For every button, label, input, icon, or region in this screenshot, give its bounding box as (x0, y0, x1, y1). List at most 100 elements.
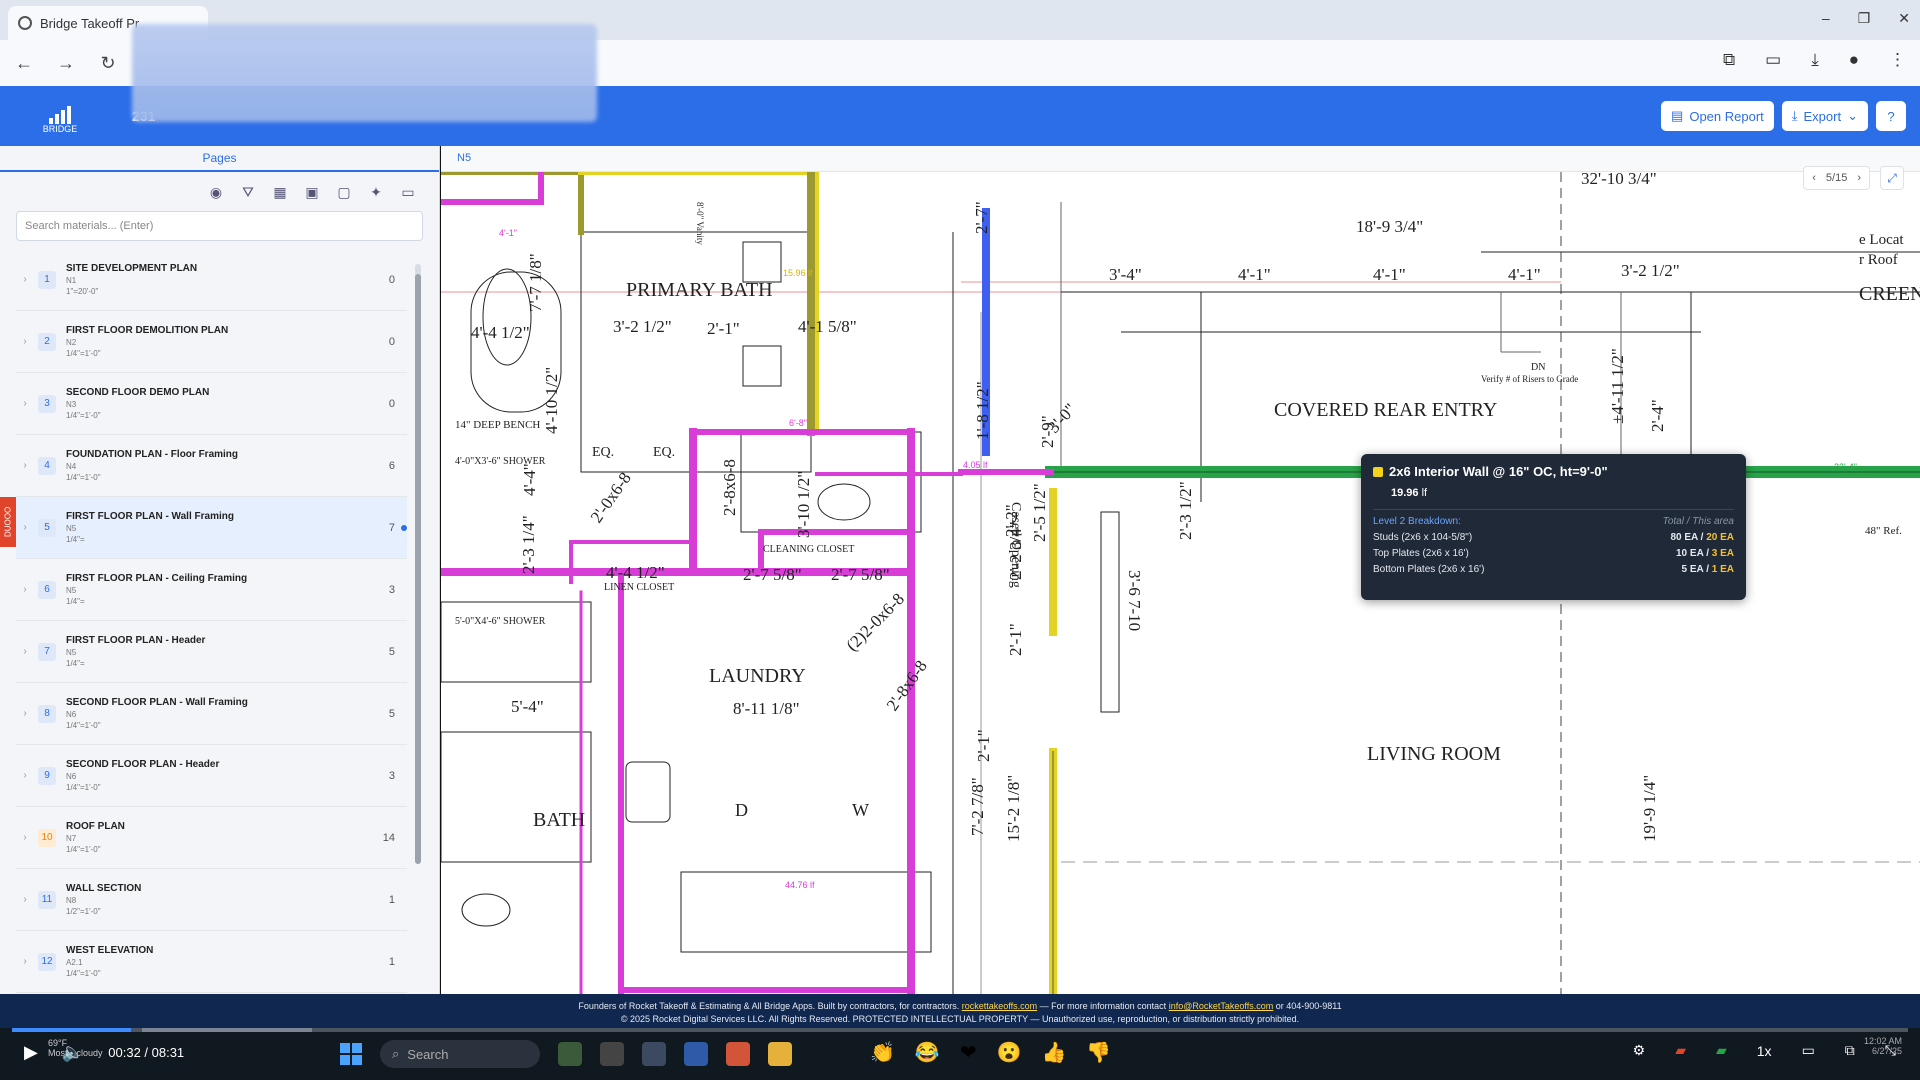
video-progress[interactable] (12, 1028, 1908, 1032)
chevron-right-icon[interactable]: › (16, 708, 34, 719)
page-list-item[interactable]: › 2 FIRST FLOOR DEMOLITION PLAN N2 1/4"=1'-0… (16, 311, 407, 373)
page-list-item[interactable]: › 9 SECOND FLOOR PLAN - Header N6 1/4"=1'-0"… (16, 745, 407, 807)
chevron-right-icon[interactable]: › (16, 336, 34, 347)
grid-icon[interactable]: ▦ (271, 184, 289, 201)
page-list-item[interactable]: DUOOO › 5 FIRST FLOOR PLAN - Wall Framing N5… (0, 497, 407, 559)
page-list-item[interactable]: › 12 WEST ELEVATION A2.1 1/4"=1'-0" 1 (16, 931, 407, 993)
chevron-right-icon[interactable]: › (16, 584, 34, 595)
dim-24: 15'-2 1/8" (1004, 775, 1023, 842)
download-icon[interactable]: ⤓ (1811, 50, 1819, 70)
magic-icon[interactable]: ✦ (367, 184, 385, 201)
page-list-item[interactable]: › 8 SECOND FLOOR PLAN - Wall Framing N6 1/4"… (16, 683, 407, 745)
page-list-item[interactable]: › 6 FIRST FLOOR PLAN - Ceiling Framing N5 1/… (16, 559, 407, 621)
windows-start-icon[interactable] (340, 1043, 362, 1065)
thumbs-down-emoji-icon[interactable]: 👎 (1086, 1040, 1111, 1065)
reload-icon[interactable]: ↻ (98, 53, 118, 74)
cast-icon[interactable]: ▭ (1765, 50, 1781, 70)
chevron-right-icon[interactable]: › (16, 398, 34, 409)
heart-emoji-icon[interactable]: ❤ (960, 1040, 977, 1065)
volume-icon[interactable]: 🔈 (62, 1042, 84, 1063)
dim-19: 8'-11 1/8" (733, 699, 800, 718)
open-report-button[interactable]: ▤ Open Report (1661, 101, 1774, 131)
page-list-item[interactable]: › 11 WALL SECTION N8 1/2"=1'-0" 1 (16, 869, 407, 931)
filter-icon[interactable]: ⛛ (239, 184, 257, 201)
page-pager[interactable]: ‹ 5/15 › (1803, 166, 1870, 190)
comment-icon[interactable]: ▢ (335, 184, 353, 201)
screen: Bridge Takeoff Pr – ❐ ✕ ← → ↻ ⧉ ▭ ⤓ ● ⋮ … (0, 0, 1920, 1080)
calculator-icon[interactable] (642, 1042, 666, 1066)
folder-icon[interactable]: ▭ (399, 184, 417, 201)
sidebar-scrollbar[interactable] (415, 264, 421, 864)
settings-icon[interactable]: ⚙ (1633, 1042, 1646, 1059)
profile-icon[interactable]: ● (1849, 50, 1859, 70)
page-list-item[interactable]: › 3 SECOND FLOOR DEMO PLAN N3 1/4"=1'-0" 0 (16, 373, 407, 435)
mail-icon[interactable] (684, 1042, 708, 1066)
dim-28: 2'-3 1/2" (1176, 481, 1195, 540)
page-number: 5 (38, 518, 56, 537)
label-roof: r Roof (1859, 252, 1898, 268)
page-title: WEST ELEVATION (66, 945, 154, 956)
more-menu-icon[interactable]: ⋮ (1889, 50, 1906, 70)
sheet-tab[interactable]: N5 (441, 146, 1920, 172)
taskbar-search[interactable]: ⌕ Search (380, 1040, 540, 1068)
file-explorer-icon[interactable] (768, 1042, 792, 1066)
miniplayer-icon[interactable]: ⧉ (1845, 1042, 1855, 1059)
bridge-logo[interactable]: BRIDGE (38, 98, 82, 134)
acrobat-icon[interactable]: ▰ (1675, 1042, 1686, 1059)
dim-25: 19'-9 1/4" (1640, 775, 1659, 842)
dim-41: 2'-1" (974, 729, 993, 762)
footer-website-link[interactable]: rockettakeoffs.com (962, 1001, 1037, 1011)
room-primary-bath: PRIMARY BATH (626, 279, 773, 301)
footer-email-link[interactable]: info@RocketTakeoffs.com (1169, 1001, 1274, 1011)
fullscreen-button[interactable]: ⤢ (1880, 166, 1904, 190)
page-list-item[interactable]: › 10 ROOF PLAN N7 1/4"=1'-0" 14 (16, 807, 407, 869)
page-sheet: A2.1 (66, 958, 83, 967)
chevron-right-icon[interactable]: › (16, 956, 34, 967)
page-list-item[interactable]: › 7 FIRST FLOOR PLAN - Header N5 1/4"= 5 (16, 621, 407, 683)
playback-speed[interactable]: 1x (1757, 1043, 1772, 1059)
forward-icon[interactable]: → (56, 53, 76, 74)
task-view-icon[interactable] (600, 1042, 624, 1066)
chevron-right-icon[interactable]: › (16, 522, 34, 533)
tooltip-row-total: 5 EA (1681, 564, 1704, 575)
tab-pages[interactable]: Pages (0, 146, 439, 172)
tooltip-title: 2x6 Interior Wall @ 16" OC, ht=9'-0" (1389, 464, 1608, 479)
search-materials-input[interactable]: Search materials... (Enter) (16, 211, 423, 241)
chevron-right-icon[interactable]: › (16, 646, 34, 657)
prev-page-icon[interactable]: ‹ (1812, 172, 1816, 184)
extensions-icon[interactable]: ⧉ (1723, 50, 1735, 70)
thumbs-up-emoji-icon[interactable]: 👍 (1041, 1040, 1066, 1065)
page-list-item[interactable]: › 4 FOUNDATION PLAN - Floor Framing N4 1/4"=… (16, 435, 407, 497)
export-button[interactable]: ⤓ Export ⌄ (1781, 101, 1868, 131)
chevron-right-icon[interactable]: › (16, 274, 34, 285)
play-icon[interactable]: ▶ (24, 1042, 38, 1063)
chevron-right-icon[interactable]: › (16, 460, 34, 471)
minimize-button[interactable]: – (1822, 10, 1830, 27)
page-list-item[interactable]: › 1 SITE DEVELOPMENT PLAN N1 1"=20'-0" 0 (16, 249, 407, 311)
wow-emoji-icon[interactable]: 😮 (997, 1040, 1022, 1065)
page-count: 6 (388, 459, 395, 472)
clap-emoji-icon[interactable]: 👏 (870, 1040, 895, 1065)
footer-copyright: © 2025 Rocket Digital Services LLC. All … (620, 1014, 1300, 1024)
mark-3: 33'-4" (1834, 462, 1857, 472)
help-button[interactable]: ? (1876, 101, 1906, 131)
dim-18: 2'-7 5/8" (831, 565, 890, 584)
chevron-right-icon[interactable]: › (16, 832, 34, 843)
widgets-icon[interactable] (558, 1042, 582, 1066)
eye-icon[interactable]: ◉ (207, 184, 225, 201)
chevron-right-icon[interactable]: › (16, 894, 34, 905)
excel-icon[interactable]: ▰ (1716, 1042, 1727, 1059)
back-icon[interactable]: ← (14, 53, 34, 74)
plan-canvas[interactable]: N5 PRIMARY BATH COVERED REAR ENTRY LAUND… (441, 146, 1920, 994)
next-page-icon[interactable]: › (1857, 172, 1861, 184)
restore-button[interactable]: ❐ (1858, 10, 1871, 27)
tooltip-row-total: 10 EA (1676, 548, 1704, 559)
chrome-icon[interactable] (726, 1042, 750, 1066)
theater-mode-icon[interactable]: ▭ (1802, 1042, 1815, 1059)
page-count: 0 (388, 273, 395, 286)
chevron-right-icon[interactable]: › (16, 770, 34, 781)
document-icon[interactable]: ▣ (303, 184, 321, 201)
close-window-button[interactable]: ✕ (1898, 10, 1910, 27)
laugh-emoji-icon[interactable]: 😂 (915, 1040, 940, 1065)
dim-23: 7'-2 7/8" (968, 777, 987, 836)
